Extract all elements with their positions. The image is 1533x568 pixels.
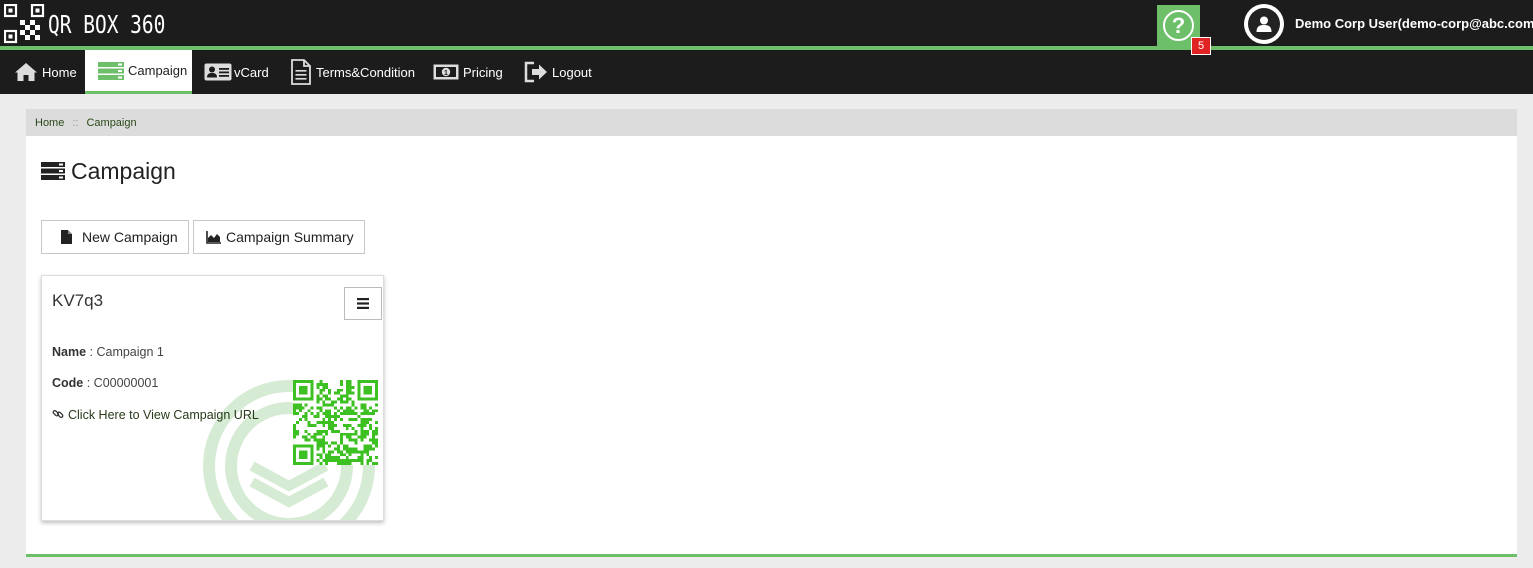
campaign-summary-label: Campaign Summary <box>226 229 354 245</box>
area-chart-icon <box>206 230 222 244</box>
new-campaign-label: New Campaign <box>82 229 178 245</box>
nav-item-label: Campaign <box>128 63 188 78</box>
campaign-list-icon <box>41 161 65 181</box>
code-label: Code <box>52 376 84 390</box>
logo-text: QR BOX 360 <box>48 9 166 39</box>
svg-text:1: 1 <box>444 70 448 77</box>
breadcrumb-separator: :: <box>72 116 79 129</box>
money-icon: 1 <box>433 63 459 81</box>
hamburger-icon <box>357 298 369 309</box>
new-campaign-button[interactable]: New Campaign <box>41 220 189 254</box>
campaign-summary-button[interactable]: Campaign Summary <box>193 220 365 254</box>
nav-item-vcard[interactable]: vCard <box>204 50 269 94</box>
nav-item-label: vCard <box>234 64 269 80</box>
page-title: Campaign <box>41 157 176 185</box>
view-campaign-url-link[interactable]: Click Here to View Campaign URL <box>52 405 262 426</box>
link-icon <box>52 409 64 419</box>
campaign-list-icon <box>98 61 124 81</box>
nav-item-terms[interactable]: Terms&Condition <box>290 50 415 94</box>
nav-item-label: Pricing <box>463 64 503 80</box>
qr-logo-icon <box>4 4 45 44</box>
nav-item-label: Terms&Condition <box>316 64 415 80</box>
nav-item-pricing[interactable]: 1 Pricing <box>433 50 503 94</box>
page-title-text: Campaign <box>71 157 176 184</box>
user-name-label[interactable]: Demo Corp User(demo-corp@abc.com) <box>1295 16 1533 31</box>
qr-code-image[interactable] <box>293 380 378 465</box>
app-logo[interactable]: QR BOX 360 <box>4 3 199 45</box>
breadcrumb-home-link[interactable]: Home <box>35 117 64 129</box>
home-icon <box>14 62 38 82</box>
card-menu-button[interactable] <box>344 287 382 320</box>
campaign-code-row: Code : C00000001 <box>52 376 159 390</box>
breadcrumb: Home :: Campaign <box>26 109 1517 136</box>
nav-item-label: Logout <box>552 64 592 80</box>
nav-item-label: Home <box>42 64 77 80</box>
name-value: Campaign 1 <box>96 345 164 359</box>
file-icon <box>60 230 72 244</box>
nav-item-logout[interactable]: Logout <box>524 50 592 94</box>
logout-icon <box>524 61 548 83</box>
card-title: KV7q3 <box>52 291 104 310</box>
main-nav: Home Campaign vCard Terms&Condition 1 Pr… <box>0 50 1533 94</box>
nav-item-home[interactable]: Home <box>14 50 77 94</box>
panel-bottom-border <box>26 554 1517 557</box>
vcard-icon <box>204 62 232 82</box>
document-icon <box>290 59 312 85</box>
user-icon <box>1248 8 1280 40</box>
nav-item-campaign[interactable]: Campaign <box>85 50 192 94</box>
top-header: QR BOX 360 ? Demo Corp User(demo-corp@ab… <box>0 0 1533 46</box>
campaign-card: KV7q3 Name : Campaign 1 Code : C00000001… <box>41 275 384 521</box>
question-icon: ? <box>1163 10 1194 41</box>
user-avatar[interactable] <box>1244 4 1284 44</box>
help-notification-badge: 5 <box>1191 37 1211 55</box>
name-label: Name <box>52 345 87 359</box>
breadcrumb-current: Campaign <box>86 116 137 129</box>
view-campaign-url-label: Click Here to View Campaign URL <box>68 408 259 422</box>
campaign-name-row: Name : Campaign 1 <box>52 345 164 359</box>
code-value: C00000001 <box>93 376 159 390</box>
